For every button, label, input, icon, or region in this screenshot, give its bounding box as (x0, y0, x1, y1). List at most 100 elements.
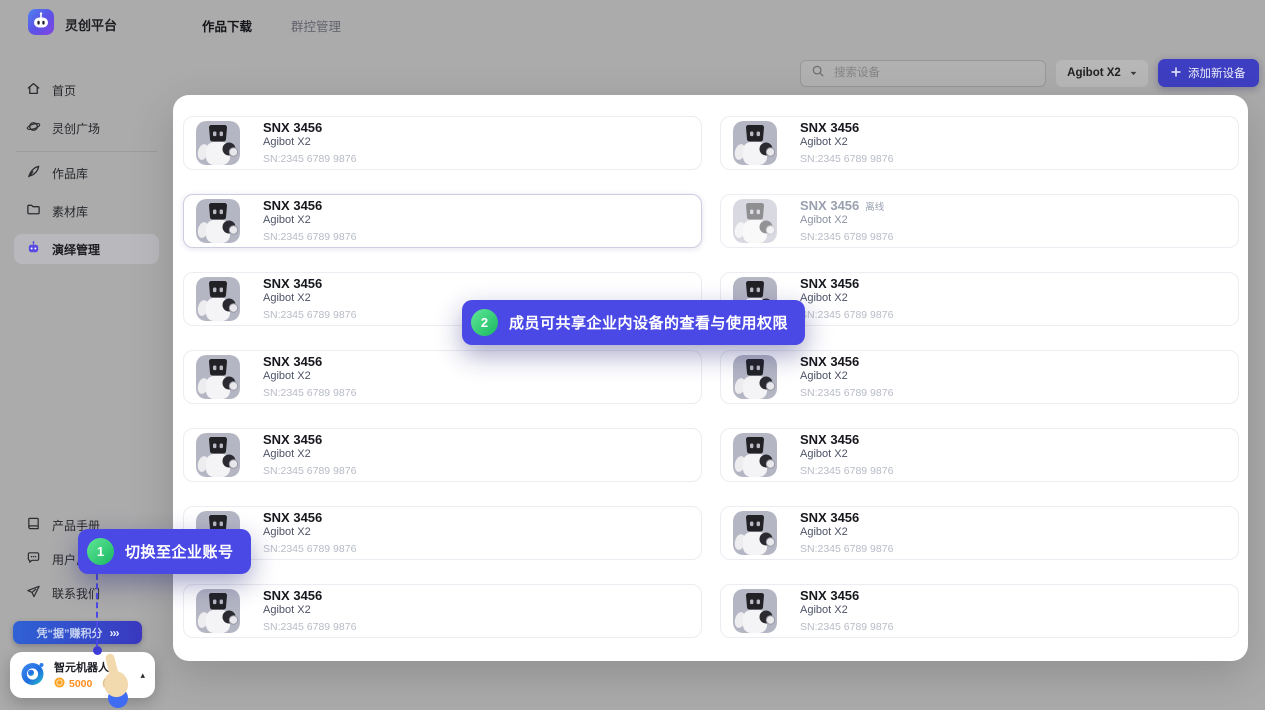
sidebar-item-works-library[interactable]: 作品库 (14, 158, 159, 188)
sidebar-item-plaza[interactable]: 灵创广场 (14, 113, 159, 143)
caret-down-icon (1130, 67, 1137, 79)
device-model: Agibot X2 (800, 214, 893, 226)
device-serial-number: SN:2345 6789 9876 (263, 465, 356, 477)
device-info: SNX 3456 Agibot X2 SN:2345 6789 9876 (800, 277, 893, 321)
device-model: Agibot X2 (263, 214, 356, 226)
tab-works-download[interactable]: 作品下载 (202, 16, 252, 35)
device-grid: SNX 3456 Agibot X2 SN:2345 6789 9876 SNX… (173, 95, 1248, 659)
robot-thumbnail (196, 277, 240, 321)
device-model: Agibot X2 (263, 292, 356, 304)
sidebar-item-contact-us[interactable]: 联系我们 (14, 578, 159, 608)
robot-thumbnail (733, 433, 777, 477)
device-title: SNX 3456 (263, 277, 322, 291)
device-title: SNX 3456 (263, 199, 322, 213)
device-title: SNX 3456 (800, 277, 859, 291)
device-card[interactable]: SNX 3456 离线 Agibot X2 SN:2345 6789 9876 (720, 194, 1239, 248)
model-filter-dropdown[interactable]: Agibot X2 (1056, 60, 1148, 87)
send-icon (26, 584, 41, 602)
sidebar-item-material-library[interactable]: 素材库 (14, 196, 159, 226)
device-info: SNX 3456 Agibot X2 SN:2345 6789 9876 (263, 199, 356, 243)
device-card[interactable]: SNX 3456 Agibot X2 SN:2345 6789 9876 (183, 194, 702, 248)
device-card[interactable]: SNX 3456 Agibot X2 SN:2345 6789 9876 (183, 506, 702, 560)
device-info: SNX 3456 Agibot X2 SN:2345 6789 9876 (263, 589, 356, 633)
book-icon (26, 516, 41, 534)
robot-thumbnail (733, 199, 777, 243)
device-serial-number: SN:2345 6789 9876 (800, 387, 893, 399)
collapse-caret-icon[interactable]: ▴ (140, 671, 145, 680)
device-serial-number: SN:2345 6789 9876 (263, 621, 356, 633)
device-info: SNX 3456 Agibot X2 SN:2345 6789 9876 (800, 433, 893, 477)
earn-points-button[interactable]: 凭“据”赚积分 ››› (13, 621, 142, 644)
device-title: SNX 3456 (800, 121, 859, 135)
device-model: Agibot X2 (800, 448, 893, 460)
device-serial-number: SN:2345 6789 9876 (263, 309, 356, 321)
add-device-button[interactable]: 添加新设备 (1158, 59, 1259, 87)
device-info: SNX 3456 Agibot X2 SN:2345 6789 9876 (263, 121, 356, 165)
device-title: SNX 3456 (263, 511, 322, 525)
robot-thumbnail (733, 589, 777, 633)
device-serial-number: SN:2345 6789 9876 (263, 231, 356, 243)
device-card[interactable]: SNX 3456 Agibot X2 SN:2345 6789 9876 (183, 116, 702, 170)
sidebar-item-label: 首页 (52, 82, 76, 99)
device-model: Agibot X2 (800, 370, 893, 382)
device-model: Agibot X2 (263, 604, 356, 616)
device-serial-number: SN:2345 6789 9876 (800, 543, 893, 555)
add-device-label: 添加新设备 (1188, 65, 1246, 81)
device-title: SNX 3456 (263, 589, 322, 603)
device-title: SNX 3456 (263, 355, 322, 369)
device-info: SNX 3456 Agibot X2 SN:2345 6789 9876 (263, 277, 356, 321)
device-info: SNX 3456 Agibot X2 SN:2345 6789 9876 (800, 121, 893, 165)
device-card[interactable]: SNX 3456 Agibot X2 SN:2345 6789 9876 (183, 350, 702, 404)
device-card[interactable]: SNX 3456 Agibot X2 SN:2345 6789 9876 (720, 428, 1239, 482)
points-value: 5000 (69, 678, 92, 690)
device-serial-number: SN:2345 6789 9876 (263, 387, 356, 399)
robot-thumbnail (733, 355, 777, 399)
robot-icon (26, 240, 41, 258)
device-card[interactable]: SNX 3456 Agibot X2 SN:2345 6789 9876 (720, 350, 1239, 404)
device-card[interactable]: SNX 3456 Agibot X2 SN:2345 6789 9876 (720, 116, 1239, 170)
search-input[interactable] (832, 66, 1035, 80)
tour-step-2-text: 成员可共享企业内设备的查看与使用权限 (509, 312, 788, 333)
folder-icon (26, 202, 41, 220)
device-title: SNX 3456 (263, 433, 322, 447)
device-card[interactable]: SNX 3456 Agibot X2 SN:2345 6789 9876 (183, 428, 702, 482)
app-logo-icon (28, 9, 54, 40)
agibot-logo-icon (20, 660, 46, 691)
home-icon (26, 81, 41, 99)
device-info: SNX 3456 离线 Agibot X2 SN:2345 6789 9876 (800, 199, 893, 243)
device-info: SNX 3456 Agibot X2 SN:2345 6789 9876 (800, 355, 893, 399)
tour-connector-line (96, 574, 98, 646)
top-bar: 灵创平台 作品下载 群控管理 (0, 0, 1265, 45)
pointer-hand-icon (94, 650, 138, 708)
device-info: SNX 3456 Agibot X2 SN:2345 6789 9876 (263, 355, 356, 399)
robot-thumbnail (196, 589, 240, 633)
brand-name: 灵创平台 (65, 15, 117, 34)
device-serial-number: SN:2345 6789 9876 (263, 543, 356, 555)
search-box[interactable] (800, 60, 1046, 87)
device-title: SNX 3456 (800, 511, 859, 525)
sidebar-item-performance-management[interactable]: 演绎管理 (14, 234, 159, 264)
tour-step-1-tooltip: 1 切换至企业账号 (78, 529, 251, 574)
device-info: SNX 3456 Agibot X2 SN:2345 6789 9876 (263, 433, 356, 477)
device-model: Agibot X2 (263, 370, 356, 382)
sidebar-item-home[interactable]: 首页 (14, 75, 159, 105)
device-title: SNX 3456 (800, 433, 859, 447)
robot-thumbnail (196, 355, 240, 399)
robot-thumbnail (196, 433, 240, 477)
device-title: SNX 3456 (263, 121, 322, 135)
device-card[interactable]: SNX 3456 Agibot X2 SN:2345 6789 9876 (183, 584, 702, 638)
sidebar-divider (16, 151, 157, 152)
tab-group-control[interactable]: 群控管理 (291, 16, 341, 35)
planet-icon (26, 119, 41, 137)
device-title: SNX 3456 (800, 589, 859, 603)
device-card[interactable]: SNX 3456 Agibot X2 SN:2345 6789 9876 (720, 506, 1239, 560)
sidebar-item-label: 灵创广场 (52, 120, 100, 137)
device-serial-number: SN:2345 6789 9876 (800, 231, 893, 243)
device-info: SNX 3456 Agibot X2 SN:2345 6789 9876 (800, 511, 893, 555)
step-number-badge: 1 (87, 538, 114, 565)
device-title: SNX 3456 (800, 199, 859, 213)
device-title: SNX 3456 (800, 355, 859, 369)
device-info: SNX 3456 Agibot X2 SN:2345 6789 9876 (263, 511, 356, 555)
coin-icon (54, 677, 65, 691)
device-card[interactable]: SNX 3456 Agibot X2 SN:2345 6789 9876 (720, 584, 1239, 638)
